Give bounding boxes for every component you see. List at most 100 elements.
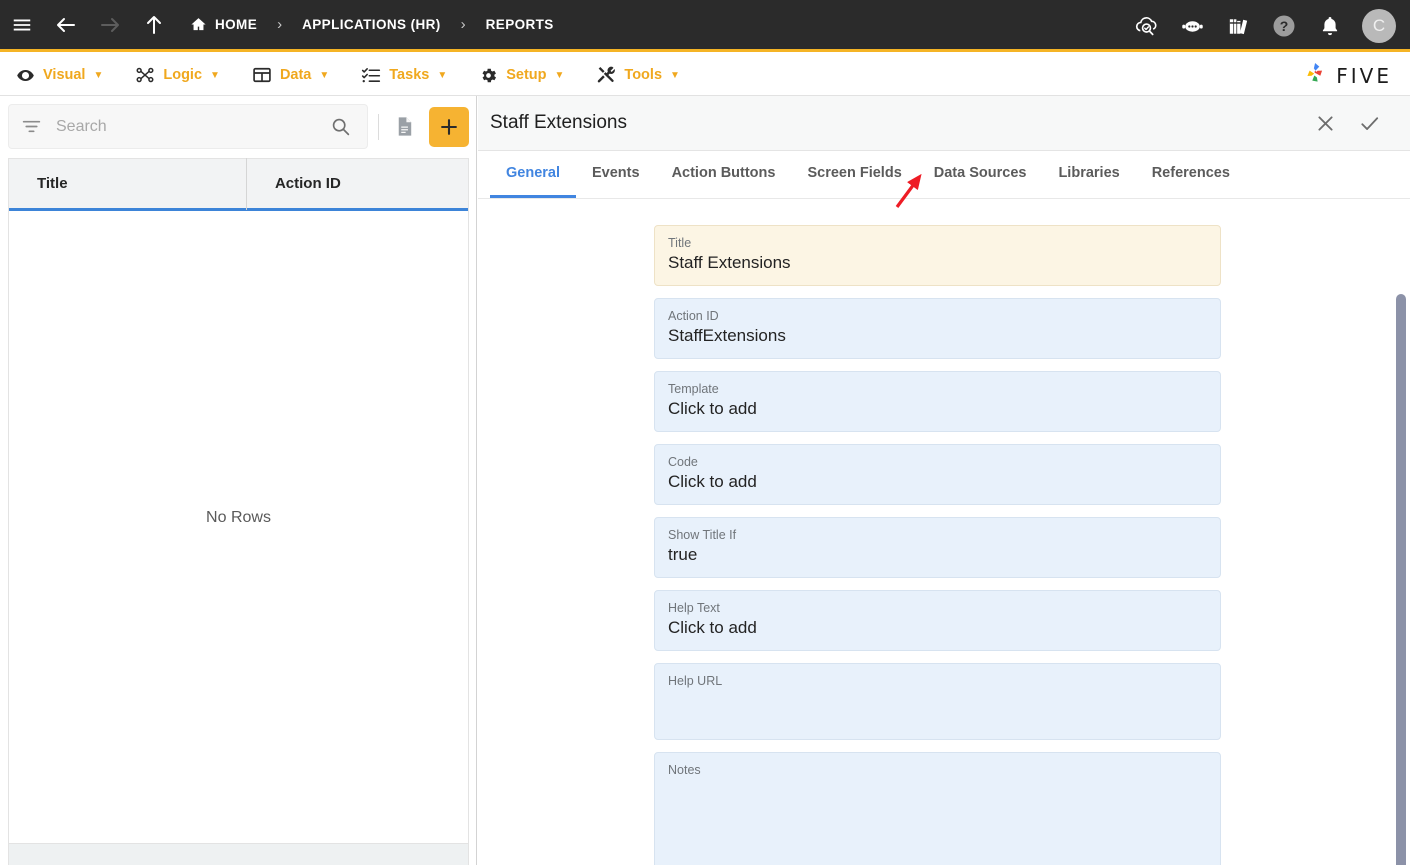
field-help-url[interactable]: Help URL — [654, 663, 1221, 740]
menu-item-tasks[interactable]: Tasks ▼ — [345, 55, 463, 96]
menu-item-visual[interactable]: Visual ▼ — [0, 55, 119, 96]
search-icon[interactable] — [330, 116, 355, 137]
menu-item-logic[interactable]: Logic ▼ — [119, 55, 236, 96]
grid-column-header-action-id[interactable]: Action ID — [246, 158, 468, 210]
search-input[interactable] — [42, 118, 330, 136]
breadcrumb-separator-1: › — [263, 16, 296, 33]
chat-bot-icon[interactable] — [1172, 0, 1212, 52]
tab-libraries[interactable]: Libraries — [1042, 151, 1135, 198]
grid-column-header-title[interactable]: Title — [9, 158, 246, 210]
menu-item-label-tools: Tools — [624, 67, 662, 83]
menu-item-setup[interactable]: Setup ▼ — [463, 55, 580, 96]
field-action-id[interactable]: Action ID StaffExtensions — [654, 298, 1221, 359]
up-arrow-icon[interactable] — [132, 0, 176, 51]
field-value-notes — [668, 778, 1207, 802]
field-notes[interactable]: Notes — [654, 752, 1221, 865]
five-brand-text: FIVE — [1336, 64, 1392, 88]
general-form-scroll-area: Title Staff Extensions Action ID StaffEx… — [478, 200, 1410, 865]
detail-panel: Staff Extensions General Events Action B… — [478, 96, 1410, 865]
svg-text:?: ? — [1280, 18, 1289, 34]
breadcrumb-label-home: HOME — [215, 17, 257, 32]
tab-general[interactable]: General — [490, 151, 576, 198]
tab-references[interactable]: References — [1136, 151, 1246, 198]
breadcrumb: HOME › APPLICATIONS (HR) › REPORTS — [184, 0, 560, 51]
chevron-down-icon: ▼ — [437, 70, 447, 81]
field-code[interactable]: Code Click to add — [654, 444, 1221, 505]
field-label-code: Code — [668, 454, 1207, 470]
menu-item-label-data: Data — [280, 67, 311, 83]
forward-arrow-icon — [88, 0, 132, 51]
general-form: Title Staff Extensions Action ID StaffEx… — [478, 200, 1410, 865]
notifications-bell-icon[interactable] — [1310, 0, 1350, 52]
field-label-action-id: Action ID — [668, 308, 1207, 324]
back-arrow-icon[interactable] — [44, 0, 88, 51]
search-toolbar — [8, 103, 469, 150]
records-grid: Title Action ID No Rows — [8, 158, 469, 865]
detail-tabs: General Events Action Buttons Screen Fie… — [478, 151, 1410, 199]
menu-item-label-visual: Visual — [43, 67, 85, 83]
home-icon — [190, 16, 207, 33]
breadcrumb-item-applications[interactable]: APPLICATIONS (HR) — [296, 17, 447, 32]
document-icon[interactable] — [389, 110, 419, 144]
field-value-template: Click to add — [668, 397, 1207, 421]
chevron-down-icon: ▼ — [555, 70, 565, 81]
field-label-help-text: Help Text — [668, 600, 1207, 616]
breadcrumb-item-home[interactable]: HOME — [184, 16, 263, 33]
field-help-text[interactable]: Help Text Click to add — [654, 590, 1221, 651]
application-menu-bar: Visual ▼ Logic ▼ Data ▼ — [0, 55, 1410, 96]
scrollbar-thumb[interactable] — [1396, 294, 1406, 865]
menu-item-label-logic: Logic — [163, 67, 202, 83]
field-value-code: Click to add — [668, 470, 1207, 494]
hamburger-menu-icon[interactable] — [0, 0, 44, 51]
chevron-down-icon: ▼ — [93, 70, 103, 81]
menu-item-data[interactable]: Data ▼ — [236, 55, 345, 96]
flow-nodes-icon — [135, 65, 155, 85]
gear-icon — [479, 66, 498, 85]
grid-footer — [9, 843, 468, 865]
avatar-initial: C — [1373, 16, 1385, 36]
top-navigation-bar: HOME › APPLICATIONS (HR) › REPORTS — [0, 0, 1410, 52]
chevron-down-icon: ▼ — [210, 70, 220, 81]
tab-events[interactable]: Events — [576, 151, 656, 198]
add-record-button[interactable] — [429, 107, 469, 147]
five-pinwheel-icon — [1302, 60, 1329, 92]
toolbar-divider — [378, 114, 379, 140]
menu-item-label-tasks: Tasks — [389, 67, 429, 83]
five-logo: FIVE — [1302, 55, 1392, 96]
breadcrumb-item-reports[interactable]: REPORTS — [480, 17, 560, 32]
grid-empty-message: No Rows — [9, 211, 468, 824]
table-grid-icon — [252, 65, 272, 85]
left-list-panel: Title Action ID No Rows — [0, 96, 477, 865]
field-label-notes: Notes — [668, 762, 1207, 778]
menu-item-label-setup: Setup — [506, 67, 546, 83]
detail-header: Staff Extensions — [478, 96, 1410, 151]
breadcrumb-label-applications: APPLICATIONS (HR) — [302, 17, 441, 32]
eye-icon — [16, 66, 35, 85]
field-value-action-id: StaffExtensions — [668, 324, 1207, 348]
field-label-show-title-if: Show Title If — [668, 527, 1207, 543]
confirm-check-icon[interactable] — [1356, 110, 1382, 136]
tab-data-sources[interactable]: Data Sources — [918, 151, 1043, 198]
tab-action-buttons[interactable]: Action Buttons — [656, 151, 792, 198]
library-books-icon[interactable] — [1218, 0, 1258, 52]
close-icon[interactable] — [1312, 110, 1338, 136]
breadcrumb-label-reports: REPORTS — [486, 17, 554, 32]
field-show-title-if[interactable]: Show Title If true — [654, 517, 1221, 578]
chevron-down-icon: ▼ — [319, 70, 329, 81]
help-icon[interactable]: ? — [1264, 0, 1304, 52]
field-label-title: Title — [668, 235, 1207, 251]
cloud-search-icon[interactable] — [1126, 0, 1166, 52]
field-title[interactable]: Title Staff Extensions — [654, 225, 1221, 286]
detail-vertical-scrollbar[interactable] — [1396, 294, 1406, 865]
search-box[interactable] — [8, 104, 368, 149]
field-value-help-text: Click to add — [668, 616, 1207, 640]
field-value-show-title-if: true — [668, 543, 1207, 567]
detail-header-actions — [1312, 110, 1396, 136]
grid-header-row: Title Action ID — [9, 159, 468, 211]
filter-icon[interactable] — [21, 116, 42, 137]
field-template[interactable]: Template Click to add — [654, 371, 1221, 432]
field-value-help-url — [668, 689, 1207, 713]
menu-item-tools[interactable]: Tools ▼ — [580, 55, 696, 96]
tab-screen-fields[interactable]: Screen Fields — [791, 151, 917, 198]
avatar[interactable]: C — [1362, 9, 1396, 43]
